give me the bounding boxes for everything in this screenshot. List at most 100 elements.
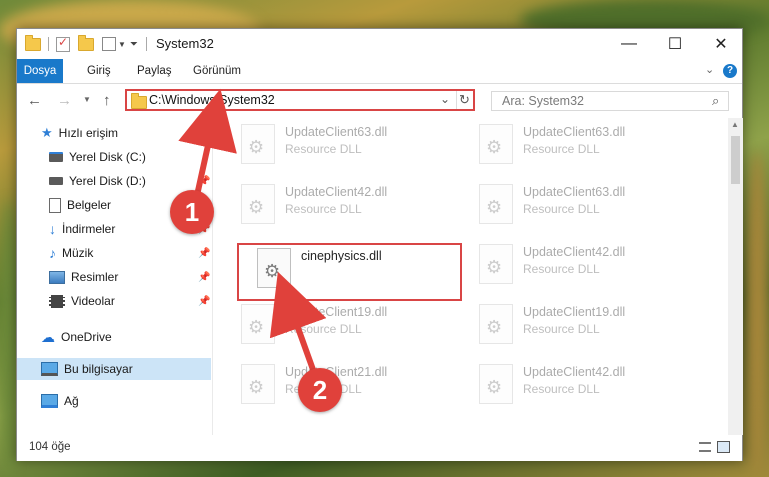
dll-file-icon xyxy=(479,124,513,164)
refresh-icon[interactable]: ↻ xyxy=(459,92,470,108)
nav-label: Belgeler xyxy=(67,198,112,212)
nav-item-local-disk-c[interactable]: Yerel Disk (C:) xyxy=(17,146,211,168)
large-icons-view-icon[interactable] xyxy=(717,441,730,453)
back-button[interactable]: ← xyxy=(27,92,42,109)
file-item[interactable]: UpdateClient21.dll Resource DLL xyxy=(233,362,453,408)
file-item[interactable]: UpdateClient63.dll Resource DLL xyxy=(233,122,453,168)
search-box[interactable]: Ara: System32 ⌕ xyxy=(491,91,729,111)
file-type: Resource DLL xyxy=(285,142,362,156)
nav-item-network[interactable]: Ağ xyxy=(17,390,211,412)
file-type: Resource DLL xyxy=(523,322,600,336)
details-view-icon[interactable] xyxy=(699,442,711,452)
nav-item-quick-access[interactable]: ★ Hızlı erişim xyxy=(17,122,211,144)
nav-label: Videolar xyxy=(71,294,115,308)
file-type: Resource DLL xyxy=(523,262,600,276)
cloud-icon: ☁ xyxy=(41,328,55,345)
file-item[interactable]: UpdateClient19.dll Resource DLL xyxy=(233,302,453,348)
nav-item-pictures[interactable]: Resimler 📌 xyxy=(17,266,211,288)
properties-icon[interactable]: ✓ xyxy=(56,35,70,52)
address-path: C:\Windows\System32 xyxy=(149,93,275,107)
file-item[interactable]: UpdateClient42.dll Resource DLL xyxy=(471,362,691,408)
quick-access-toolbar: ✓ ▼ ⏷ xyxy=(25,34,147,52)
nav-item-this-pc[interactable]: Bu bilgisayar xyxy=(17,358,211,380)
pin-icon[interactable]: 📌 xyxy=(198,248,210,259)
help-icon[interactable]: ? xyxy=(723,64,737,78)
nav-label: Hızlı erişim xyxy=(58,126,118,140)
chevron-down-icon[interactable]: ▼ xyxy=(118,40,126,49)
navigation-pane: ★ Hızlı erişim Yerel Disk (C:) Yerel Dis… xyxy=(17,118,211,435)
network-icon xyxy=(41,394,58,408)
vertical-scrollbar[interactable]: ▲ xyxy=(728,118,743,435)
drive-icon xyxy=(49,177,63,185)
step-badge-2: 2 xyxy=(298,368,342,412)
pin-icon[interactable]: 📌 xyxy=(198,176,210,187)
status-bar: 104 öğe xyxy=(17,435,742,461)
pin-icon[interactable]: 📌 xyxy=(198,296,210,307)
address-row: ← → ▼ ↑ C:\Windows\System32 ⌄ ↻ Ara: Sys… xyxy=(17,84,742,118)
tab-share[interactable]: Paylaş xyxy=(129,59,180,83)
scroll-thumb[interactable] xyxy=(731,136,740,184)
nav-label: Yerel Disk (D:) xyxy=(69,174,146,188)
file-name: UpdateClient19.dll xyxy=(523,305,626,319)
file-type: Resource DLL xyxy=(285,202,362,216)
ribbon-expand-icon[interactable]: ⌄ xyxy=(705,63,714,76)
music-icon: ♪ xyxy=(49,245,56,261)
file-item[interactable]: UpdateClient19.dll Resource DLL xyxy=(471,302,691,348)
new-folder-icon[interactable] xyxy=(78,34,94,51)
file-type: Resource DLL xyxy=(523,142,600,156)
pictures-icon xyxy=(49,270,65,284)
file-item[interactable]: UpdateClient42.dll Resource DLL xyxy=(233,182,453,228)
nav-item-local-disk-d[interactable]: Yerel Disk (D:) 📌 xyxy=(17,170,211,192)
search-input[interactable]: Ara: System32 xyxy=(502,94,584,108)
nav-label: Müzik xyxy=(62,246,94,260)
nav-label: Bu bilgisayar xyxy=(64,362,133,376)
view-options-icon[interactable] xyxy=(102,37,116,51)
file-type: Resource DLL xyxy=(523,202,600,216)
file-name: UpdateClient63.dll xyxy=(285,125,388,139)
pin-icon[interactable]: 📌 xyxy=(198,272,210,283)
nav-item-onedrive[interactable]: ☁ OneDrive xyxy=(17,326,211,348)
recent-locations-button[interactable]: ▼ xyxy=(83,95,91,104)
dll-file-icon xyxy=(479,244,513,284)
dll-file-icon xyxy=(479,304,513,344)
scroll-up-icon[interactable]: ▲ xyxy=(731,120,739,129)
file-name: UpdateClient42.dll xyxy=(523,245,626,259)
folder-icon xyxy=(25,34,41,51)
address-divider xyxy=(456,91,457,109)
dll-file-icon xyxy=(241,304,275,344)
document-icon xyxy=(49,197,61,213)
maximize-button[interactable]: ☐ xyxy=(652,29,698,59)
file-name: UpdateClient19.dll xyxy=(285,305,388,319)
customize-toolbar-icon[interactable]: ⏷ xyxy=(130,39,138,50)
maximize-icon: ☐ xyxy=(667,36,683,53)
up-button[interactable]: ↑ xyxy=(103,92,111,109)
minimize-button[interactable]: — xyxy=(606,29,652,59)
item-count: 104 öğe xyxy=(29,441,71,453)
address-dropdown-icon[interactable]: ⌄ xyxy=(440,92,450,106)
nav-label: Yerel Disk (C:) xyxy=(69,150,146,164)
background-foliage xyxy=(745,150,769,477)
file-name: UpdateClient63.dll xyxy=(523,185,626,199)
nav-label: İndirmeler xyxy=(62,222,116,236)
file-name: UpdateClient42.dll xyxy=(285,185,388,199)
tab-view[interactable]: Görünüm xyxy=(185,59,249,83)
forward-button[interactable]: → xyxy=(57,92,72,109)
toolbar-divider xyxy=(48,37,49,51)
tab-file[interactable]: Dosya xyxy=(17,59,63,83)
file-type: Resource DLL xyxy=(285,322,362,336)
computer-icon xyxy=(41,362,58,376)
file-item[interactable]: UpdateClient42.dll Resource DLL xyxy=(471,242,691,288)
file-item[interactable]: UpdateClient63.dll Resource DLL xyxy=(471,182,691,228)
nav-item-music[interactable]: ♪ Müzik 📌 xyxy=(17,242,211,264)
drive-icon xyxy=(49,152,63,162)
nav-item-videos[interactable]: Videolar 📌 xyxy=(17,290,211,312)
file-item[interactable]: UpdateClient63.dll Resource DLL xyxy=(471,122,691,168)
address-bar[interactable]: C:\Windows\System32 ⌄ ↻ xyxy=(125,89,475,111)
file-name: UpdateClient63.dll xyxy=(523,125,626,139)
file-explorer-window: ✓ ▼ ⏷ System32 — ☐ ✕ Dosya Giriş Paylaş … xyxy=(16,28,743,461)
tab-home[interactable]: Giriş xyxy=(79,59,119,83)
toolbar-divider xyxy=(145,37,147,51)
close-button[interactable]: ✕ xyxy=(698,29,744,59)
dll-file-icon xyxy=(479,364,513,404)
highlight-box-file xyxy=(237,243,462,301)
